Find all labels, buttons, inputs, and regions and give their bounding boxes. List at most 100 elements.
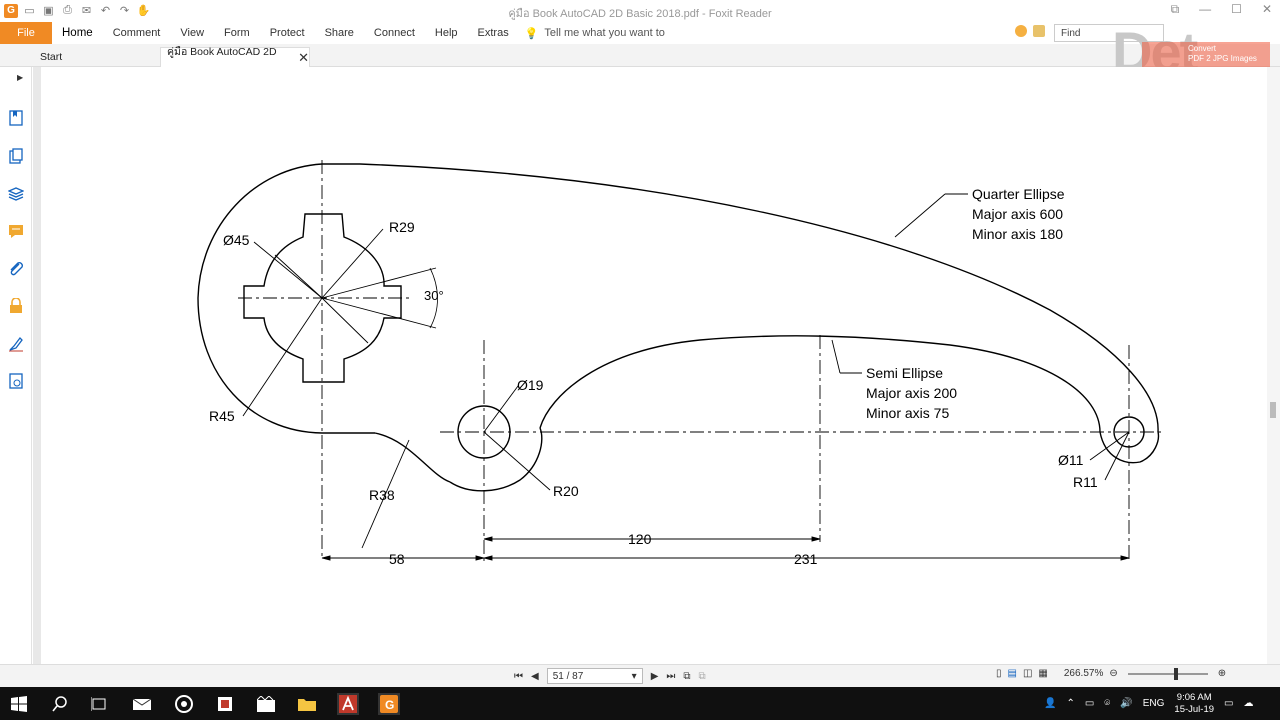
menu-extras[interactable]: Extras bbox=[468, 22, 519, 44]
clock-time: 9:06 AM bbox=[1176, 691, 1212, 703]
find-placeholder: Find bbox=[1061, 27, 1081, 39]
restore-icon[interactable]: ⧉ bbox=[1171, 2, 1180, 17]
minimize-icon[interactable]: — bbox=[1199, 2, 1211, 17]
label-r38: R38 bbox=[369, 487, 395, 503]
left-arc-r45 bbox=[197, 163, 323, 434]
search-icon[interactable] bbox=[49, 693, 71, 715]
video-editor-icon[interactable] bbox=[255, 693, 277, 715]
facing-icon[interactable]: ◫ bbox=[1023, 668, 1032, 679]
label-angle: 30° bbox=[424, 288, 444, 303]
pages-icon[interactable] bbox=[7, 147, 25, 165]
signature-icon[interactable] bbox=[7, 335, 25, 353]
menu-share[interactable]: Share bbox=[315, 22, 364, 44]
system-tray: 👤 ⌃ ▭ ⌾ 🔊 ENG 9:06 AM 15-Jul-19 ▭ ☁ bbox=[1044, 687, 1253, 720]
watermark-convert-sub: PDF 2 JPG Images bbox=[1188, 54, 1257, 63]
label-d19: Ø19 bbox=[517, 377, 544, 393]
label-semi-major: Major axis 200 bbox=[866, 385, 957, 401]
layers-icon[interactable] bbox=[7, 185, 25, 203]
language-indicator[interactable]: ENG bbox=[1143, 698, 1165, 709]
continuous-icon[interactable]: ▤ bbox=[1008, 668, 1017, 679]
menu-comment[interactable]: Comment bbox=[103, 22, 171, 44]
volume-icon[interactable]: 🔊 bbox=[1120, 698, 1132, 709]
chrome-icon[interactable] bbox=[173, 693, 195, 715]
zoom-in-icon[interactable]: ⊕ bbox=[1218, 668, 1226, 679]
attachments-icon[interactable] bbox=[7, 260, 25, 278]
zoom-slider-knob[interactable] bbox=[1173, 667, 1178, 680]
quarter-ellipse-curve bbox=[322, 163, 1159, 433]
page-number-field[interactable]: 51 / 87 ▾ bbox=[546, 668, 643, 684]
page-number-value: 51 / 87 bbox=[552, 670, 584, 682]
tell-me-box[interactable]: 💡 Tell me what you want to bbox=[525, 27, 665, 40]
notifications-icon[interactable]: ▭ bbox=[1224, 698, 1233, 709]
cad-drawing: Quarter Ellipse Major axis 600 Minor axi… bbox=[197, 160, 1165, 567]
clock-date: 15-Jul-19 bbox=[1174, 703, 1215, 715]
menu-form[interactable]: Form bbox=[214, 22, 260, 44]
dimension-lines bbox=[321, 536, 1130, 561]
window-controls: ⧉ — ☐ ✕ bbox=[1171, 2, 1272, 17]
svg-text:G: G bbox=[385, 698, 394, 712]
next-page-icon[interactable]: ▶ bbox=[651, 671, 659, 682]
comments-icon[interactable] bbox=[7, 222, 25, 240]
bookmarks-icon[interactable] bbox=[7, 109, 25, 127]
vertical-scrollbar[interactable] bbox=[1267, 67, 1280, 664]
document-tabs: Start คู่มือ Book AutoCAD 2D ... ✕ bbox=[0, 44, 1280, 72]
menu-view[interactable]: View bbox=[170, 22, 214, 44]
prev-page-icon[interactable]: ◀ bbox=[531, 671, 539, 682]
label-r29: R29 bbox=[389, 219, 415, 235]
zoom-slider[interactable] bbox=[1127, 667, 1208, 680]
zoom-level[interactable]: 266.57% bbox=[1064, 668, 1103, 679]
label-semi-minor: Minor axis 75 bbox=[866, 405, 949, 421]
menu-help[interactable]: Help bbox=[425, 22, 468, 44]
last-page-icon[interactable]: ⏭ bbox=[666, 671, 675, 682]
close-tab-icon[interactable]: ✕ bbox=[298, 50, 309, 66]
battery-icon[interactable]: ▭ bbox=[1085, 698, 1094, 709]
file-menu[interactable]: File bbox=[0, 22, 52, 44]
close-icon[interactable]: ✕ bbox=[1262, 2, 1272, 17]
menu-protect[interactable]: Protect bbox=[260, 22, 315, 44]
continuous-facing-icon[interactable]: ▦ bbox=[1038, 668, 1047, 679]
label-r45: R45 bbox=[209, 408, 235, 424]
tab-document[interactable]: คู่มือ Book AutoCAD 2D ... ✕ bbox=[160, 46, 310, 72]
content-icon[interactable] bbox=[7, 372, 25, 390]
foxit-reader-icon[interactable]: G bbox=[378, 693, 400, 715]
windows-start-icon[interactable] bbox=[8, 693, 30, 715]
view-mode-icon[interactable]: ⧉ bbox=[683, 671, 690, 682]
scroll-thumb[interactable] bbox=[1270, 402, 1276, 418]
navigation-panel: ▶ bbox=[0, 67, 32, 664]
lightbulb-icon: 💡 bbox=[524, 27, 539, 40]
mail-icon[interactable] bbox=[131, 693, 153, 715]
document-view[interactable]: Quarter Ellipse Major axis 600 Minor axi… bbox=[33, 67, 1267, 664]
people-icon[interactable]: 👤 bbox=[1044, 698, 1056, 709]
task-view-icon[interactable] bbox=[88, 693, 110, 715]
security-icon[interactable] bbox=[7, 297, 25, 315]
network-icon[interactable]: ⌾ bbox=[1104, 698, 1110, 709]
watermark-convert-label: Convert bbox=[1188, 44, 1217, 53]
page-navigation: ⏮ ◀ 51 / 87 ▾ ▶ ⏭ ⧉ ⧉ bbox=[514, 668, 706, 684]
zoom-out-icon[interactable]: ⊖ bbox=[1109, 668, 1117, 679]
status-bar: ⏮ ◀ 51 / 87 ▾ ▶ ⏭ ⧉ ⧉ ▯ ▤ ◫ ▦ 266.57% ⊖ … bbox=[0, 664, 1280, 687]
first-page-icon[interactable]: ⏮ bbox=[514, 671, 523, 682]
label-d11: Ø11 bbox=[1058, 452, 1084, 468]
pdf-page: Quarter Ellipse Major axis 600 Minor axi… bbox=[41, 67, 1267, 664]
drawing-labels: Quarter Ellipse Major axis 600 Minor axi… bbox=[209, 186, 1098, 567]
app-icon[interactable] bbox=[214, 693, 236, 715]
expand-panel-icon[interactable]: ▶ bbox=[17, 73, 23, 82]
clock[interactable]: 9:06 AM 15-Jul-19 bbox=[1174, 692, 1214, 716]
single-page-icon[interactable]: ▯ bbox=[996, 668, 1002, 679]
folder-search-icon[interactable] bbox=[1033, 25, 1045, 37]
view-mode-icon-2[interactable]: ⧉ bbox=[699, 671, 706, 682]
tab-start[interactable]: Start bbox=[40, 47, 62, 67]
autocad-icon[interactable] bbox=[337, 693, 359, 715]
smiley-icon[interactable] bbox=[1015, 25, 1027, 37]
label-r20: R20 bbox=[553, 483, 579, 499]
window-title: คู่มือ Book AutoCAD 2D Basic 2018.pdf - … bbox=[508, 8, 772, 20]
find-icons bbox=[1015, 25, 1045, 37]
chevron-up-icon[interactable]: ⌃ bbox=[1066, 698, 1074, 709]
onedrive-icon[interactable]: ☁ bbox=[1243, 698, 1253, 709]
file-explorer-icon[interactable] bbox=[296, 693, 318, 715]
menu-connect[interactable]: Connect bbox=[364, 22, 425, 44]
menu-home[interactable]: Home bbox=[52, 22, 103, 44]
label-dim231: 231 bbox=[794, 551, 818, 567]
arc-r38 bbox=[374, 432, 451, 483]
maximize-icon[interactable]: ☐ bbox=[1231, 2, 1242, 17]
